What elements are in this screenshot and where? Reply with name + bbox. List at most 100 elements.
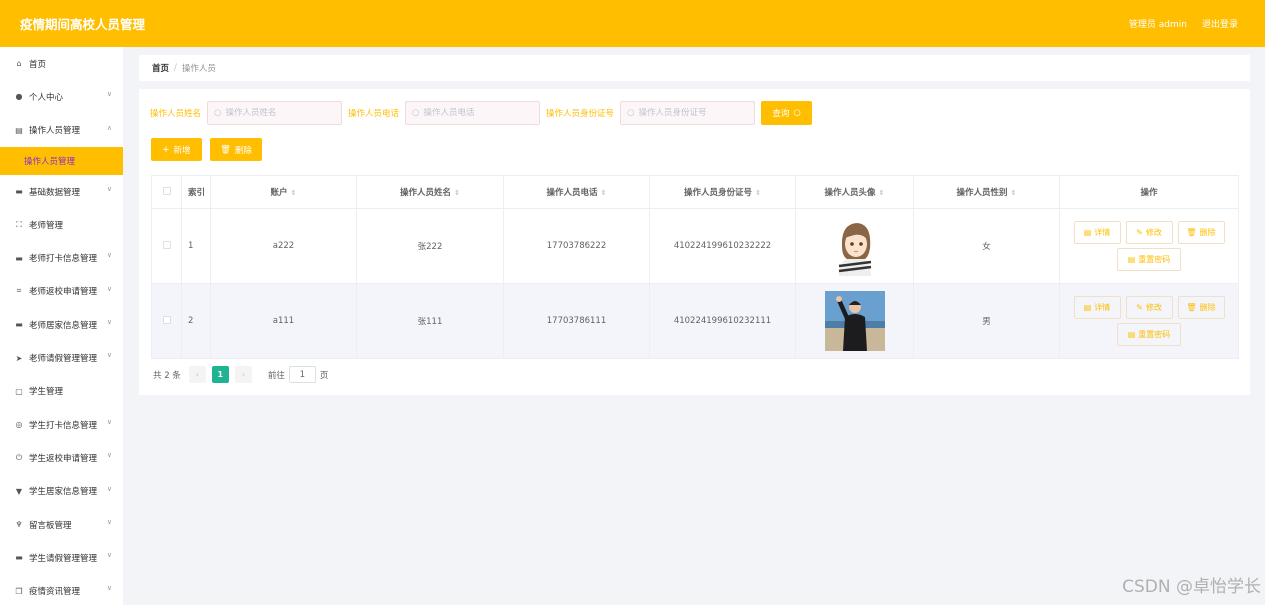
- sidebar-item-operator-management[interactable]: ▤ 操作人员管理 ∧: [0, 114, 123, 147]
- chevron-down-icon: ∨: [106, 351, 112, 360]
- sidebar-item-teacher-management[interactable]: ⛶ 老师管理: [0, 208, 123, 241]
- next-page-button[interactable]: ›: [234, 366, 252, 383]
- prev-page-button[interactable]: ‹: [188, 366, 206, 383]
- delete-button-label: 删除: [1199, 228, 1216, 237]
- sort-icon[interactable]: ⇕: [755, 189, 761, 197]
- sidebar-item-label: 老师居家信息管理: [29, 320, 98, 331]
- header-account-label: 账户: [270, 188, 288, 198]
- sidebar-item-basic-data[interactable]: ▬ 基础数据管理 ∨: [0, 175, 123, 208]
- sort-icon[interactable]: ⇕: [1011, 189, 1017, 197]
- table-row: 2 a111 张111 17703786111 4102241996102321…: [151, 283, 1239, 359]
- select-all-checkbox[interactable]: [162, 186, 171, 195]
- sidebar-item-student-checkin[interactable]: ◎ 学生打卡信息管理 ∨: [0, 408, 123, 441]
- sidebar-item-label: 学生管理: [29, 387, 64, 398]
- logout-link[interactable]: 退出登录: [1202, 17, 1238, 30]
- detail-button[interactable]: ▤ 详情: [1073, 296, 1121, 319]
- fullscreen-icon: ⛶: [16, 219, 22, 229]
- phone-search-input[interactable]: [423, 108, 534, 118]
- sidebar-item-label: 留言板管理: [29, 520, 72, 531]
- total-count: 共 2 条: [153, 370, 181, 381]
- header-account[interactable]: 账户 ⇕: [210, 175, 357, 209]
- sort-icon[interactable]: ⇕: [454, 189, 460, 197]
- current-user[interactable]: 管理员 admin: [1129, 17, 1187, 30]
- page-number-active[interactable]: 1: [211, 366, 229, 383]
- detail-button[interactable]: ▤ 详情: [1073, 221, 1121, 244]
- avatar-image[interactable]: [824, 291, 885, 351]
- pagination: 共 2 条 ‹ 1 › 前往 1 页: [153, 366, 328, 383]
- edit-button[interactable]: ✎ 修改: [1125, 221, 1173, 244]
- table-header-row: 索引 账户 ⇕ 操作人员姓名 ⇕ 操作人员电话 ⇕ 操作人员身份证号 ⇕ 操作人员头像 ⇕…: [151, 175, 1239, 209]
- header-name-label: 操作人员姓名: [400, 188, 452, 198]
- sidebar-item-label: 操作人员管理: [29, 126, 81, 137]
- cell-gender: 男: [913, 283, 1060, 359]
- name-search-box[interactable]: ○: [207, 101, 343, 125]
- chevron-down-icon: ∨: [106, 451, 112, 460]
- pencil-icon: ✎: [1136, 303, 1143, 312]
- pencil-icon: ✎: [1136, 228, 1143, 237]
- cell-gender: 女: [913, 208, 1060, 284]
- sort-icon[interactable]: ⇕: [291, 189, 297, 197]
- sidebar-item-teacher-return[interactable]: ⌗ 老师返校申请管理 ∨: [0, 275, 123, 308]
- header-gender[interactable]: 操作人员性别 ⇕: [913, 175, 1060, 209]
- cell-phone: 17703786222: [503, 208, 650, 284]
- operator-table: 索引 账户 ⇕ 操作人员姓名 ⇕ 操作人员电话 ⇕ 操作人员身份证号 ⇕ 操作人员头像 ⇕…: [151, 175, 1239, 359]
- sidebar-item-epidemic-news[interactable]: ❐ 疫情资讯管理 ∨: [0, 574, 123, 605]
- avatar-image[interactable]: [824, 216, 885, 276]
- cell-ops: ▤ 详情 ✎ 修改 🗑 删除 ▤ 重置密码: [1059, 208, 1239, 284]
- name-search-input[interactable]: [225, 108, 336, 118]
- copy-icon: ❐: [15, 586, 23, 596]
- ticket-icon: ▬: [15, 320, 23, 330]
- sidebar-item-label: 学生打卡信息管理: [29, 420, 98, 431]
- header-name[interactable]: 操作人员姓名 ⇕: [356, 175, 504, 209]
- delete-button[interactable]: 🗑 删除: [1177, 296, 1225, 319]
- sort-icon[interactable]: ⇕: [601, 189, 607, 197]
- reset-password-button[interactable]: ▤ 重置密码: [1117, 248, 1181, 271]
- chevron-up-icon: ∧: [106, 123, 112, 132]
- document-icon: ▤: [1127, 330, 1136, 339]
- sidebar-item-teacher-checkin[interactable]: ▬ 老师打卡信息管理 ∨: [0, 241, 123, 274]
- sidebar-subitem-operator-management[interactable]: 操作人员管理: [0, 146, 123, 175]
- query-button-label: 查询: [772, 109, 790, 119]
- phone-search-label: 操作人员电话: [348, 109, 400, 119]
- sidebar-item-message-board[interactable]: ♆ 留言板管理 ∨: [0, 508, 123, 541]
- header-phone-label: 操作人员电话: [546, 188, 598, 198]
- page-suffix: 页: [319, 370, 329, 381]
- breadcrumb-separator: /: [174, 63, 177, 73]
- row-checkbox[interactable]: [162, 240, 171, 249]
- sidebar-item-personal-center[interactable]: ● 个人中心 ∨: [0, 80, 123, 113]
- chat-icon: ▬: [15, 253, 23, 263]
- top-bar: 疫情期间高校人员管理 管理员 admin 退出登录: [0, 0, 1265, 47]
- sidebar-item-student-home-info[interactable]: ▼ 学生居家信息管理 ∨: [0, 475, 123, 508]
- sidebar-item-student-return[interactable]: ⏻ 学生返校申请管理 ∨: [0, 441, 123, 474]
- sidebar-item-student-leave[interactable]: ▬ 学生请假管理管理 ∨: [0, 541, 123, 574]
- goto-page-input[interactable]: 1: [288, 366, 316, 383]
- search-icon: ○: [793, 108, 801, 118]
- document-icon: ▤: [1083, 303, 1092, 312]
- sidebar-item-teacher-leave[interactable]: ➤ 老师请假管理管理 ∨: [0, 341, 123, 374]
- trash-icon: 🗑: [1186, 303, 1197, 312]
- edit-button-label: 修改: [1145, 303, 1162, 312]
- batch-delete-button[interactable]: 🗑 删除: [210, 138, 262, 161]
- sidebar-item-teacher-home-info[interactable]: ▬ 老师居家信息管理 ∨: [0, 308, 123, 341]
- sidebar-item-label: 学生请假管理管理: [29, 553, 98, 564]
- goto-label: 前往: [267, 370, 285, 381]
- cell-name: 张111: [356, 283, 504, 359]
- sidebar-item-home[interactable]: ⌂ 首页: [0, 47, 123, 80]
- query-button[interactable]: 查询 ○: [761, 101, 813, 125]
- header-idcard[interactable]: 操作人员身份证号 ⇕: [649, 175, 796, 209]
- header-phone[interactable]: 操作人员电话 ⇕: [503, 175, 650, 209]
- idcard-search-input[interactable]: [638, 108, 749, 118]
- sidebar-item-student-management[interactable]: ▢ 学生管理: [0, 375, 123, 408]
- sidebar-item-label: 老师打卡信息管理: [29, 254, 98, 265]
- idcard-search-box[interactable]: ○: [620, 101, 756, 125]
- phone-search-box[interactable]: ○: [405, 101, 541, 125]
- header-avatar[interactable]: 操作人员头像 ⇕: [795, 175, 914, 209]
- reset-password-button[interactable]: ▤ 重置密码: [1117, 323, 1181, 346]
- breadcrumb-home[interactable]: 首页: [152, 62, 169, 74]
- edit-button[interactable]: ✎ 修改: [1125, 296, 1173, 319]
- delete-button[interactable]: 🗑 删除: [1177, 221, 1225, 244]
- chevron-down-icon: ∨: [106, 184, 112, 193]
- add-button[interactable]: + 新增: [151, 138, 202, 161]
- sort-icon[interactable]: ⇕: [879, 189, 885, 197]
- row-checkbox[interactable]: [162, 315, 171, 324]
